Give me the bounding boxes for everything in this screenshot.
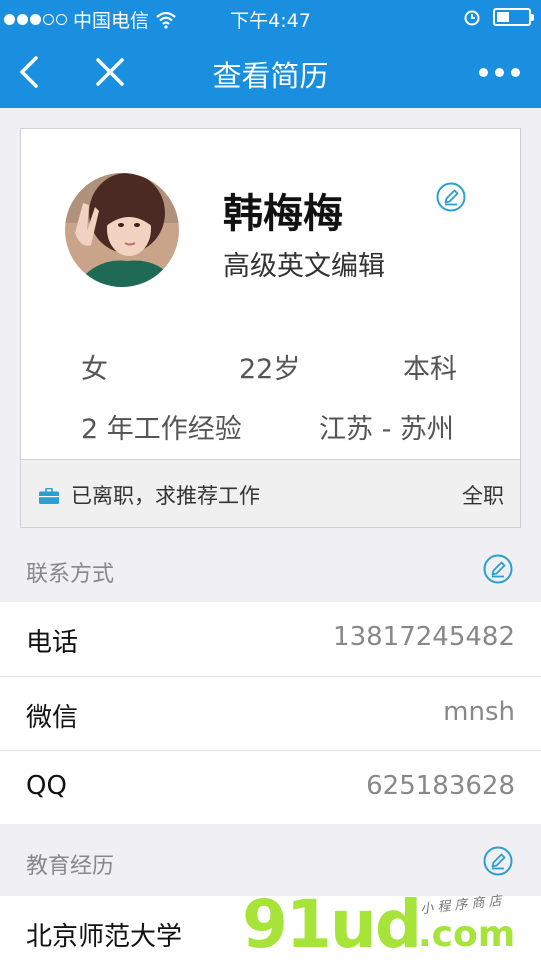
watermark-suffix: .com xyxy=(418,914,516,955)
profile-gender: 女 xyxy=(81,354,108,385)
contact-label: 电话 xyxy=(26,628,79,658)
more-dot xyxy=(479,67,488,77)
watermark-main: 91ud xyxy=(242,886,422,960)
edit-icon xyxy=(483,846,513,876)
edit-icon xyxy=(436,182,466,212)
profile-location: 江苏 - 苏州 xyxy=(319,414,454,445)
profile-age: 22岁 xyxy=(239,354,301,385)
contact-section-header: 联系方式 xyxy=(0,538,541,602)
contact-row-phone[interactable]: 电话 13817245482 xyxy=(0,602,541,676)
contact-row-wechat[interactable]: 微信 mnsh xyxy=(0,676,541,750)
briefcase-icon xyxy=(39,488,59,504)
contact-row-qq[interactable]: QQ 625183628 xyxy=(0,750,541,824)
profile-name: 韩梅梅 xyxy=(223,191,343,237)
education-section-header: 教育经历 xyxy=(0,830,541,894)
profile-position: 高级英文编辑 xyxy=(223,251,385,282)
education-school: 北京师范大学 xyxy=(26,922,183,952)
education-section-title: 教育经历 xyxy=(26,854,115,879)
contact-section-title: 联系方式 xyxy=(26,562,115,587)
contact-value: mnsh xyxy=(443,697,515,727)
contact-label: QQ xyxy=(26,771,67,801)
avatar xyxy=(65,173,179,287)
status-right xyxy=(463,8,534,26)
battery-icon xyxy=(493,8,534,26)
contact-value: 13817245482 xyxy=(333,622,515,652)
edit-profile-button[interactable] xyxy=(435,181,467,213)
more-button[interactable] xyxy=(479,56,523,88)
job-status-text: 已离职，求推荐工作 xyxy=(71,484,260,508)
page-title: 查看简历 xyxy=(212,59,329,93)
contact-value: 625183628 xyxy=(366,771,515,801)
profile-card: 韩梅梅 高级英文编辑 女 22岁 本科 2 年工作经验 江苏 - 苏州 已离职，… xyxy=(20,128,521,528)
job-status-bar: 已离职，求推荐工作 全职 xyxy=(21,459,520,527)
nav-bar: 查看简历 xyxy=(0,36,541,108)
status-bar: 中国电信 下午4:47 xyxy=(0,0,541,36)
status-time: 下午4:47 xyxy=(230,10,311,32)
watermark-logo: 91ud 小 程 序 商 店 .com xyxy=(240,886,530,960)
alarm-icon xyxy=(464,10,480,26)
more-dot xyxy=(511,67,520,77)
edit-contact-button[interactable] xyxy=(482,553,514,585)
edit-education-button[interactable] xyxy=(482,845,514,877)
profile-education: 本科 xyxy=(403,354,457,385)
contact-label: 微信 xyxy=(26,703,79,733)
profile-experience: 2 年工作经验 xyxy=(81,414,242,445)
more-dot xyxy=(495,67,504,77)
job-type-text: 全职 xyxy=(462,484,504,508)
edit-icon xyxy=(483,554,513,584)
